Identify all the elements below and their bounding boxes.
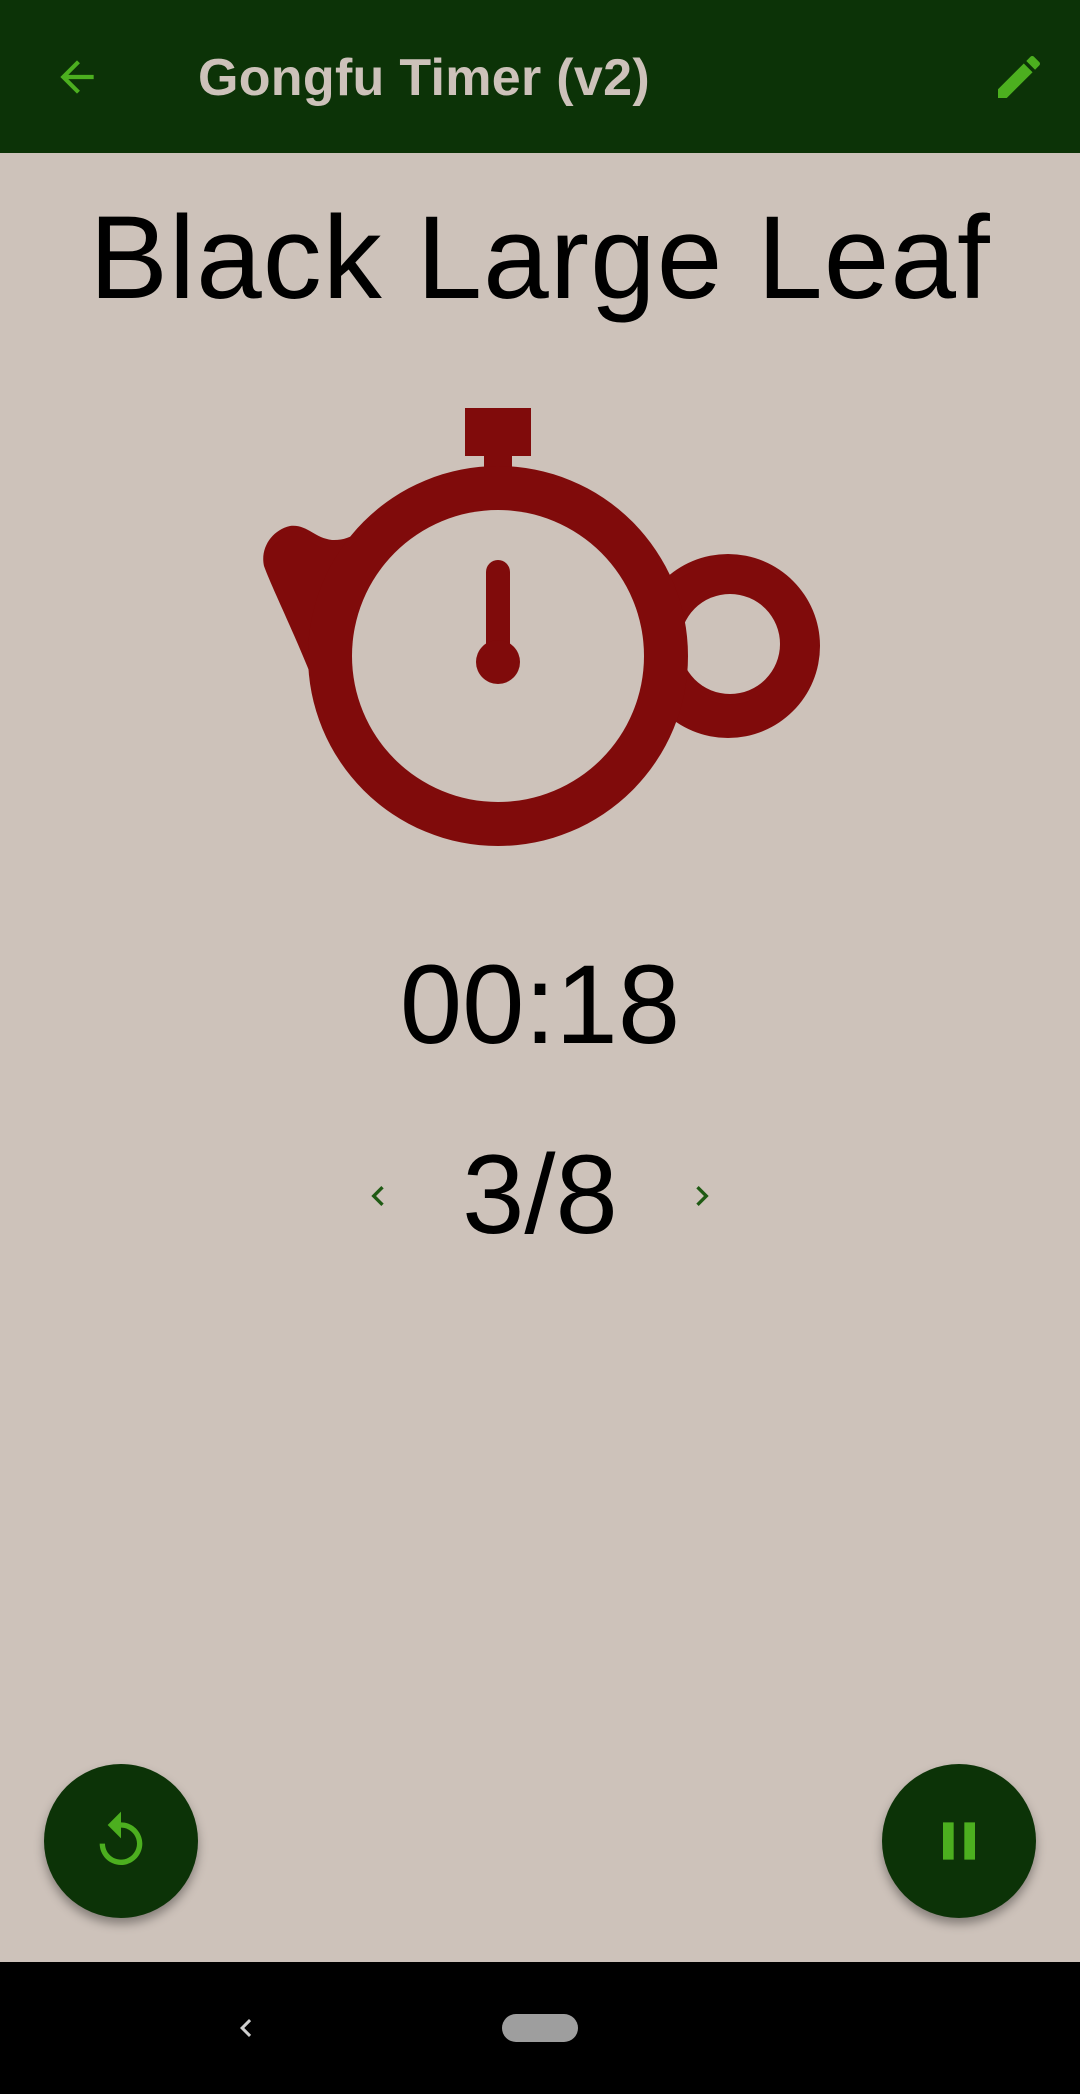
pause-icon [943, 1822, 975, 1860]
back-button[interactable] [44, 44, 110, 110]
chevron-left-icon [240, 2019, 252, 2037]
edit-button[interactable] [986, 44, 1052, 110]
infusion-counter: 3/8 [0, 1130, 1080, 1260]
chevron-right-icon [696, 1186, 709, 1206]
teapot-stopwatch-icon [252, 398, 832, 858]
system-back-button[interactable] [216, 1998, 276, 2058]
app-title: Gongfu Timer (v2) [198, 49, 650, 107]
chevron-left-icon [371, 1186, 384, 1206]
infusion-label: 3/8 [462, 1132, 618, 1257]
app-bar: Gongfu Timer (v2) [0, 0, 1080, 153]
arrow-back-icon [60, 60, 94, 94]
tea-name: Black Large Leaf [89, 192, 991, 324]
timer-display: 00:18 [399, 942, 681, 1067]
system-home-button[interactable] [502, 2014, 578, 2042]
previous-infusion-button[interactable] [352, 1170, 404, 1222]
pencil-edit-icon [998, 55, 1041, 98]
restart-icon [99, 1811, 143, 1865]
pause-button[interactable] [882, 1764, 1036, 1918]
next-infusion-button[interactable] [676, 1170, 728, 1222]
reset-button[interactable] [44, 1764, 198, 1918]
